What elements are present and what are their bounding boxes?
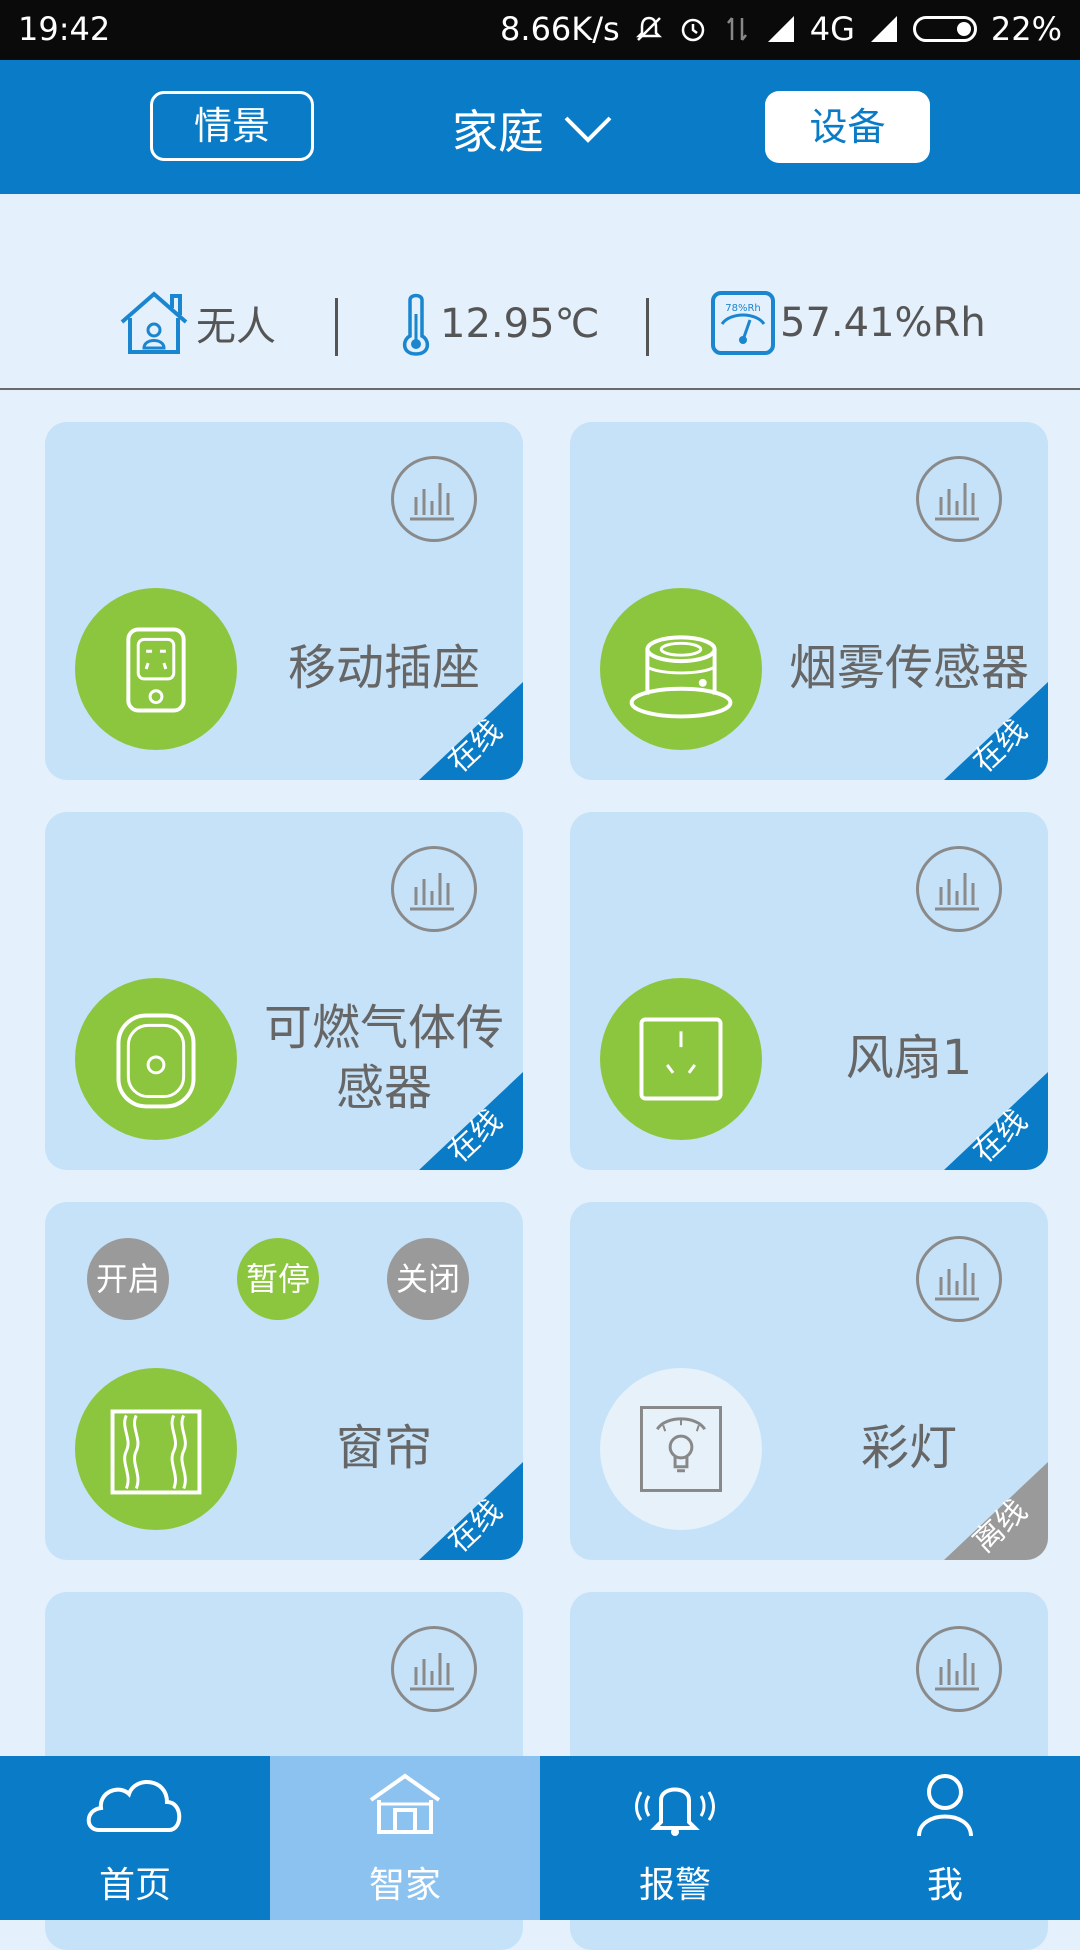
nav-smart-home-label: 智家 [368,1865,441,1906]
net-speed: 8.66K/s [500,10,620,48]
home-label: 家庭 [452,105,544,159]
socket-icon [126,627,186,713]
stats-button[interactable] [916,456,1002,542]
nav-alarm[interactable]: 报警 [540,1756,810,1920]
curtain-icon [110,1409,202,1495]
device-button[interactable]: 设备 [765,91,930,163]
stats-button[interactable] [391,846,477,932]
gas-sensor-icon [116,1013,196,1109]
nav-alarm-label: 报警 [638,1865,711,1906]
device-icon-button[interactable] [75,588,237,750]
stats-button[interactable] [916,1236,1002,1322]
network-type: 4G [809,10,855,48]
scene-button[interactable]: 情景 [150,91,314,161]
battery-percent: 22% [990,10,1062,48]
curtain-open-button[interactable]: 开启 [87,1238,169,1320]
device-icon-button[interactable] [75,1368,237,1530]
nav-smart-home[interactable]: 智家 [270,1756,540,1920]
nav-me[interactable]: 我 [810,1756,1080,1920]
stats-button[interactable] [916,846,1002,932]
env-divider [646,298,649,356]
bar-chart-icon [410,1653,454,1691]
bar-chart-icon [935,1653,979,1691]
bar-chart-icon [935,1263,979,1301]
nav-me-label: 我 [926,1865,963,1906]
data-arrows-icon [726,17,747,41]
status-badge: 在线 [419,682,523,780]
environment-bar: 无人 12.95℃ 78%Rh 57.41%Rh [0,194,1080,390]
device-icon-button[interactable] [600,1368,762,1530]
chevron-down-icon [564,116,612,143]
signal-icon [767,16,794,42]
device-card[interactable]: 可燃气体传感器 在线 [45,812,523,1170]
status-time: 19:42 [18,10,111,48]
switch-panel-icon [639,1017,723,1101]
hygrometer-icon: 78%Rh [711,291,775,355]
curtain-close-button[interactable]: 关闭 [387,1238,469,1320]
bar-chart-icon [410,873,454,911]
temperature-indicator: 12.95℃ [398,292,599,356]
status-badge: 离线 [944,1462,1048,1560]
status-badge: 在线 [419,1072,523,1170]
humidity-indicator: 78%Rh 57.41%Rh [710,290,986,356]
status-badge: 在线 [419,1462,523,1560]
stats-button[interactable] [391,456,477,542]
device-icon-button[interactable] [600,978,762,1140]
battery-icon [912,16,977,42]
stats-button[interactable] [916,1626,1002,1712]
device-card[interactable]: 彩灯 离线 [570,1202,1048,1560]
device-icon-button[interactable] [600,588,762,750]
env-divider [335,298,338,356]
presence-indicator: 无人 [116,290,276,356]
status-badge: 在线 [944,1072,1048,1170]
hygrometer-face-text: 78%Rh [725,303,761,314]
cloud-icon [86,1780,182,1832]
bar-chart-icon [935,873,979,911]
status-bar: 19:42 8.66K/s 4G 22% [0,0,1080,60]
mute-icon [635,16,662,41]
device-card[interactable]: 烟雾传感器 在线 [570,422,1048,780]
home-selector[interactable]: 家庭 [452,94,614,164]
humidity-text: 57.41%Rh [780,300,986,346]
presence-text: 无人 [196,304,276,350]
bottom-nav: 首页 智家 报警 我 [0,1756,1080,1920]
temperature-text: 12.95℃ [440,301,600,347]
nav-home[interactable]: 首页 [0,1756,270,1920]
home-icon [369,1773,441,1834]
device-card[interactable]: 开启 暂停 关闭 窗帘 在线 [45,1202,523,1560]
top-header: 情景 家庭 设备 [0,60,1080,194]
light-switch-icon [640,1406,722,1492]
device-icon-button[interactable] [75,978,237,1140]
nav-home-label: 首页 [98,1865,171,1906]
bell-icon [635,1787,715,1836]
smoke-detector-icon [629,635,733,719]
signal-icon-2 [870,16,897,42]
user-icon [917,1774,973,1837]
home-presence-icon [120,291,188,354]
alarm-icon [681,18,704,42]
bar-chart-icon [935,483,979,521]
device-card[interactable]: 移动插座 在线 [45,422,523,780]
stats-button[interactable] [391,1626,477,1712]
bar-chart-icon [410,483,454,521]
curtain-pause-button[interactable]: 暂停 [237,1238,319,1320]
device-card[interactable]: 风扇1 在线 [570,812,1048,1170]
thermometer-icon [402,293,430,356]
status-badge: 在线 [944,682,1048,780]
